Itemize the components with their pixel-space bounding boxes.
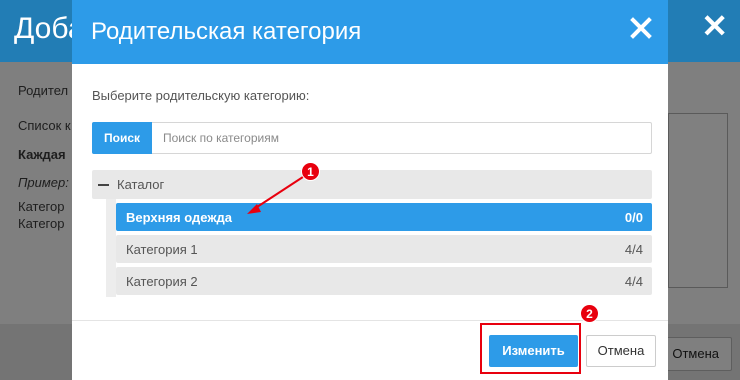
background-cancel-button: Отмена — [660, 337, 732, 371]
modal-prompt: Выберите родительскую категорию: — [92, 88, 310, 103]
background-text-line: Категор — [18, 216, 65, 231]
background-textarea — [668, 113, 728, 288]
tree-item-category-2[interactable]: Категория 2 4/4 — [116, 267, 652, 295]
tree-item-label: Верхняя одежда — [126, 210, 233, 225]
collapse-icon[interactable] — [98, 184, 109, 186]
annotation-badge-2: 2 — [580, 304, 599, 323]
tree-root-label: Каталог — [117, 177, 165, 192]
annotation-highlight-box — [480, 323, 581, 374]
tree-item-label: Категория 1 — [126, 242, 198, 257]
tree-item-outerwear[interactable]: Верхняя одежда 0/0 — [116, 203, 652, 231]
search-button[interactable]: Поиск — [92, 122, 152, 154]
cancel-button[interactable]: Отмена — [586, 335, 656, 367]
background-text-line: Родител — [18, 83, 69, 98]
search-input[interactable] — [153, 123, 651, 153]
modal-header: Родительская категория — [72, 0, 668, 64]
background-text-line: Категор — [18, 199, 65, 214]
background-text-line: Пример: — [18, 175, 69, 190]
modal-title: Родительская категория — [91, 18, 362, 45]
tree-root-catalog[interactable]: Каталог — [92, 170, 652, 199]
tree-item-count: 4/4 — [624, 242, 643, 257]
tree-item-label: Категория 2 — [126, 274, 198, 289]
background-text-line: Список к — [18, 118, 71, 133]
tree-item-count: 0/0 — [624, 210, 643, 225]
background-close-icon: ✕ — [701, 8, 728, 44]
tree-item-count: 4/4 — [624, 274, 643, 289]
tree-item-category-1[interactable]: Категория 1 4/4 — [116, 235, 652, 263]
close-icon[interactable] — [630, 17, 652, 39]
annotation-badge-1: 1 — [301, 162, 320, 181]
background-text-line: Каждая — [18, 147, 66, 162]
tree-indent-guide — [106, 199, 116, 297]
category-search: Поиск — [92, 122, 652, 154]
